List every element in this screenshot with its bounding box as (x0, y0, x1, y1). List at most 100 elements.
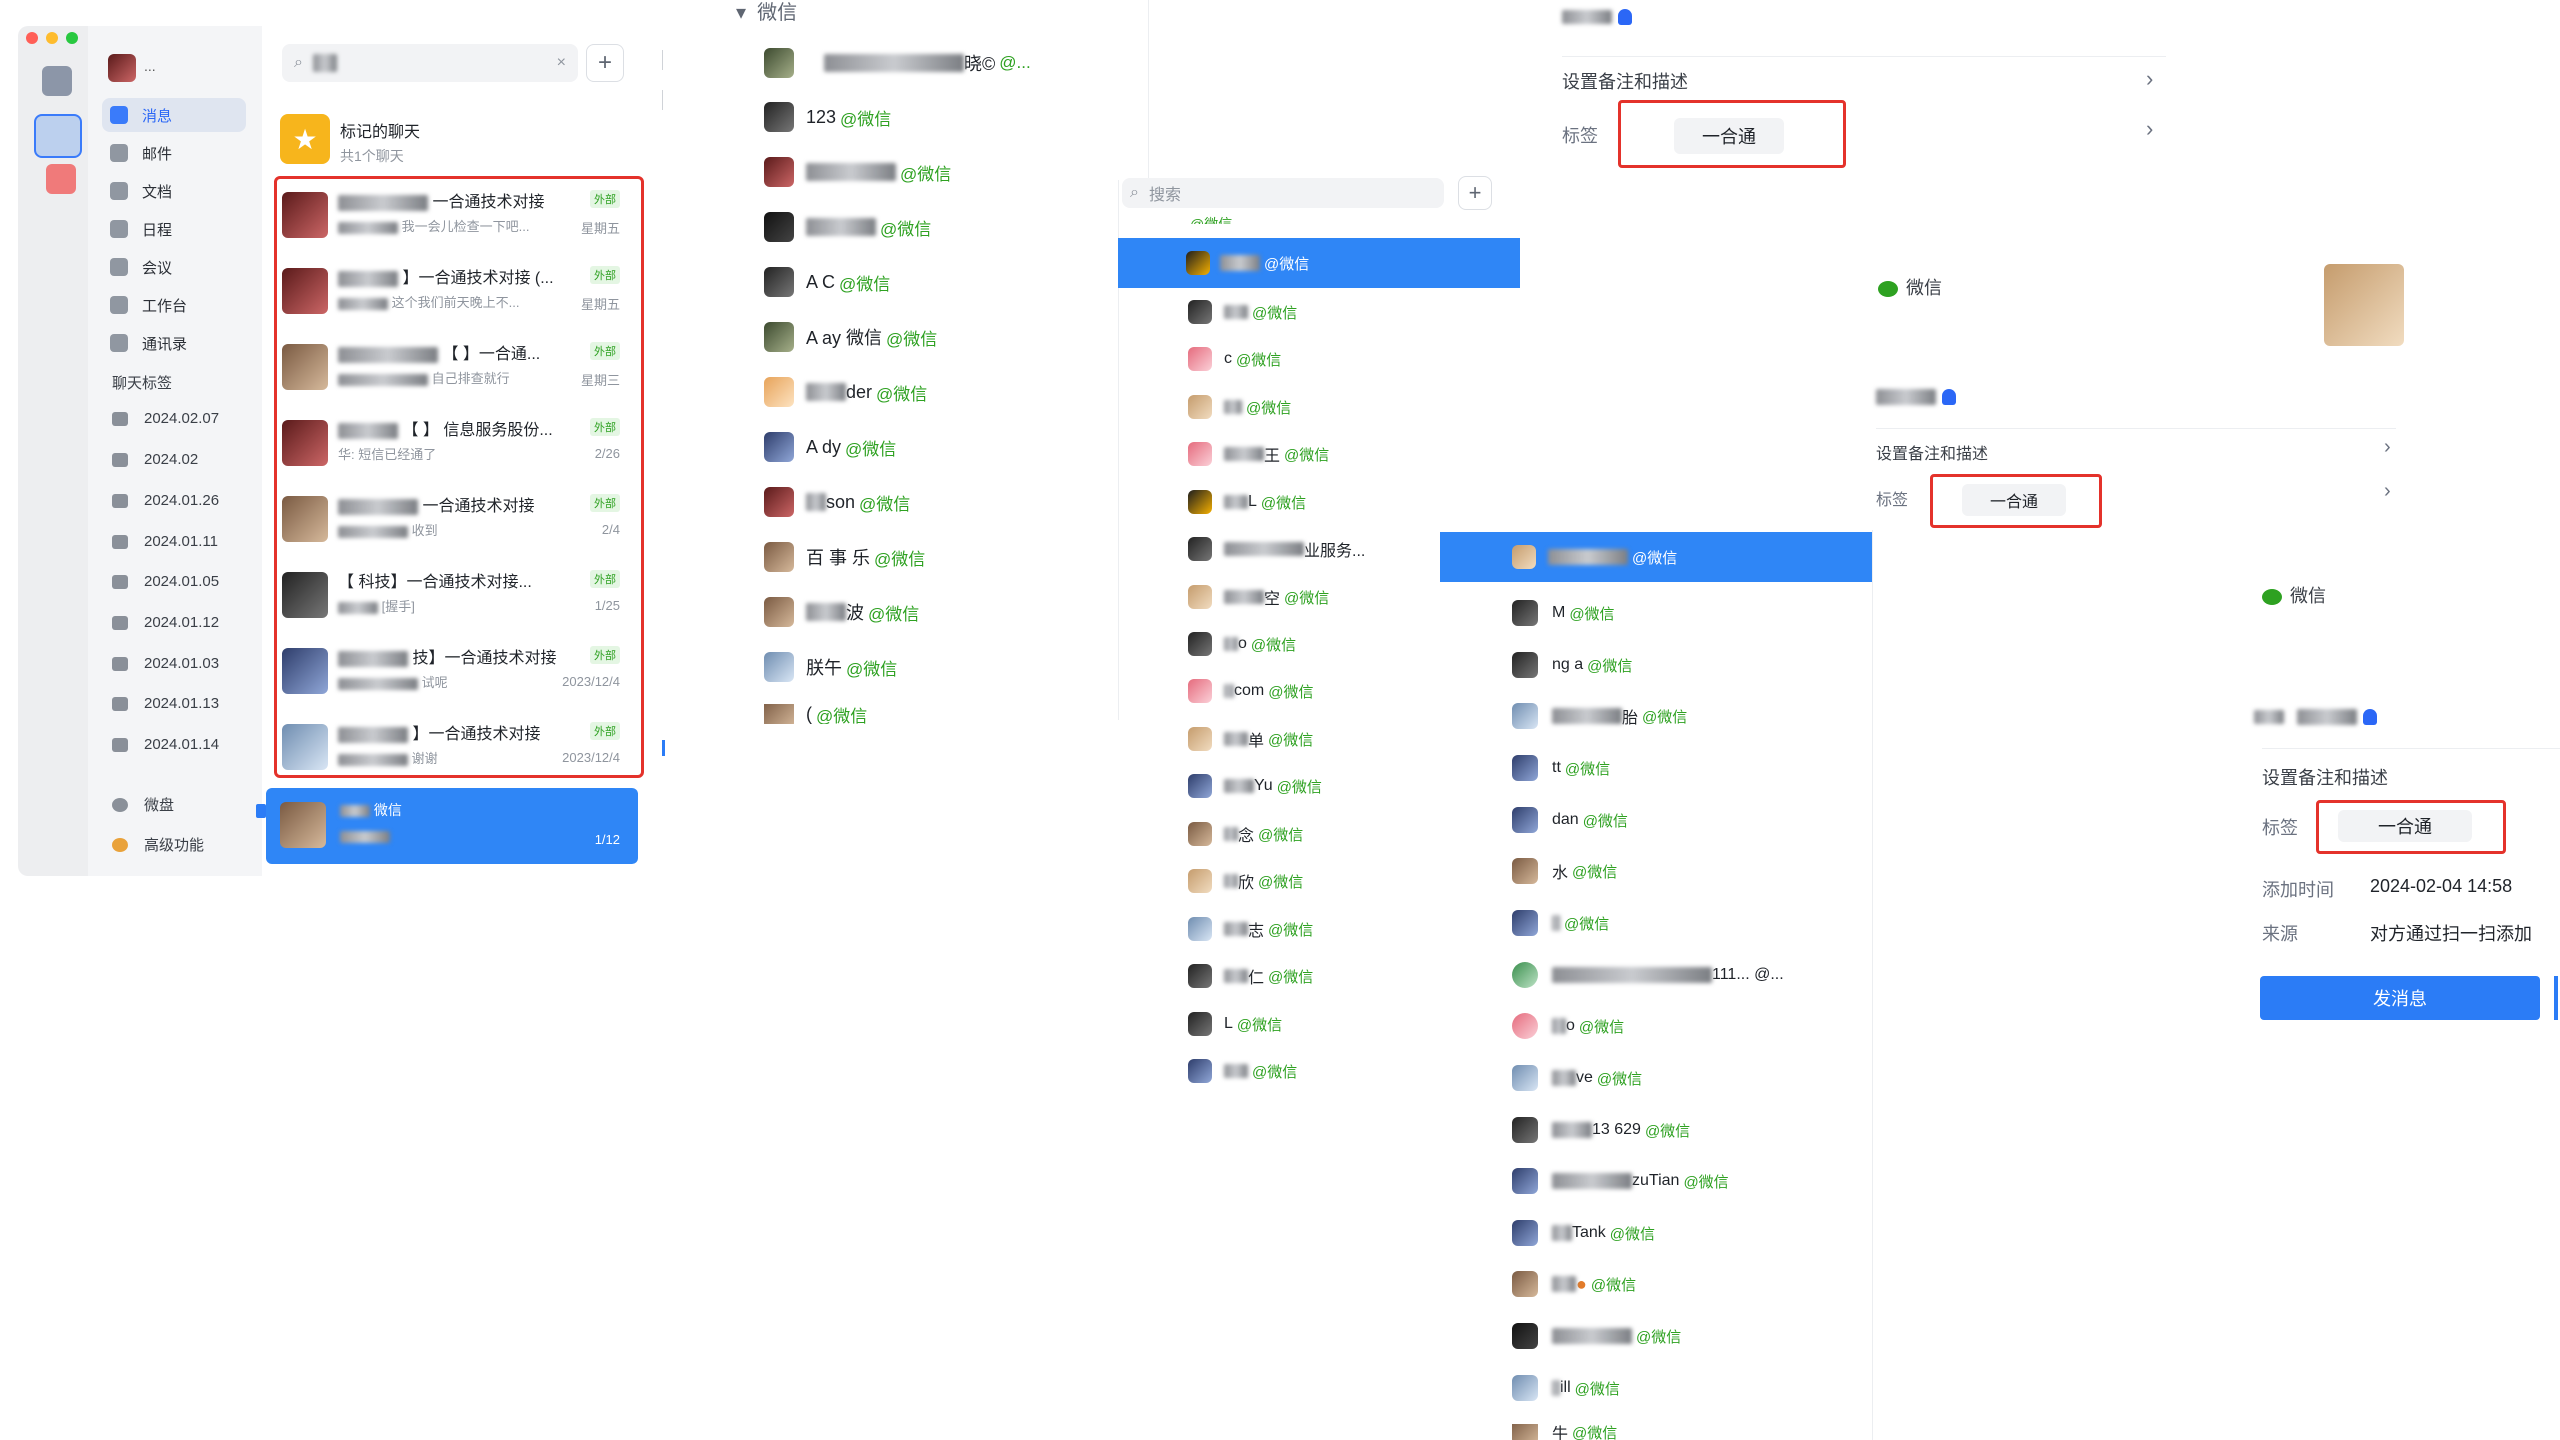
add-button[interactable]: + (586, 44, 624, 82)
chevron-right-icon[interactable]: › (2384, 436, 2391, 459)
chat-row[interactable]: 【 】 信息服务股份... 华: 短信已经通了 外部 2/26 (278, 410, 638, 486)
contact-item[interactable]: 仁 @微信 (1188, 964, 1313, 988)
contact-item[interactable]: A C @微信 (764, 267, 890, 297)
zoom-window-button[interactable] (66, 32, 78, 44)
tag-chip[interactable]: 一合通 (1962, 484, 2066, 516)
contact-item[interactable]: Tank @微信 (1512, 1220, 1655, 1246)
tag-item[interactable]: 2024.01.13 (112, 695, 219, 712)
rail-icon-3[interactable] (46, 164, 76, 194)
contact-item[interactable]: 百 事 乐 @微信 (764, 542, 925, 572)
contact-item[interactable]: o @微信 (1512, 1013, 1624, 1039)
tag-item[interactable]: 2024.01.12 (112, 614, 219, 631)
contact-item[interactable]: 13 629 @微信 (1512, 1117, 1690, 1143)
contact-item[interactable]: dan @微信 (1512, 807, 1628, 833)
chat-row[interactable]: 【 】一合通... 自己排查就行 外部 星期三 (278, 334, 638, 410)
chat-row[interactable]: 】一合通技术对接 谢谢 外部 2023/12/4 (278, 714, 638, 790)
send-message-button[interactable]: 发消息 (2260, 976, 2540, 1020)
contact-item[interactable]: 念 @微信 (1188, 822, 1303, 846)
contact-item[interactable]: Yu @微信 (1188, 774, 1322, 798)
chevron-right-icon[interactable]: › (2146, 66, 2153, 92)
contact-item[interactable]: 牛 @微信 (1512, 1424, 1617, 1440)
chat-row[interactable]: 一合通技术对接 我一会儿检查一下吧... 外部 星期五 (278, 182, 638, 258)
tag-chip[interactable]: 一合通 (1674, 118, 1784, 154)
contact-item[interactable]: 胎 @微信 (1512, 703, 1687, 729)
contact-item[interactable]: son @微信 (764, 487, 910, 517)
tag-chip[interactable]: 一合通 (2338, 810, 2472, 842)
contact-item[interactable]: 王 @微信 (1188, 442, 1329, 466)
chevron-right-icon[interactable]: › (2384, 480, 2391, 503)
tag-item[interactable]: 2024.01.03 (112, 655, 219, 672)
contact-item[interactable]: 朕午 @微信 (764, 652, 897, 682)
contact-item[interactable]: ve @微信 (1512, 1065, 1642, 1091)
contact-item[interactable]: L @微信 (1188, 1012, 1282, 1036)
chevron-right-icon[interactable]: › (2146, 116, 2153, 142)
tag-item[interactable]: 2024.02 (112, 451, 198, 468)
contact-item[interactable]: @微信 (1188, 395, 1291, 419)
contact-avatar-large[interactable] (2324, 264, 2404, 346)
chat-search-input[interactable]: ⌕ × (282, 44, 578, 82)
rail-icon-2[interactable] (34, 114, 82, 158)
contact-item[interactable]: 志 @微信 (1188, 917, 1313, 941)
contact-item[interactable]: ill @微信 (1512, 1375, 1620, 1401)
chat-row[interactable]: 技】一合通技术对接 试呢 外部 2023/12/4 (278, 638, 638, 714)
nav-docs[interactable]: 文档 (88, 174, 244, 208)
contact-item[interactable]: 单 @微信 (1188, 727, 1313, 751)
chat-row-selected[interactable]: 微信 1/12 (266, 788, 638, 864)
nav-workbench[interactable]: 工作台 (88, 288, 244, 322)
contact-item[interactable]: (@微信 (764, 704, 867, 724)
contact-item[interactable]: M @微信 (1512, 600, 1615, 626)
tag-item[interactable]: 2024.01.26 (112, 492, 219, 509)
remark-row[interactable]: 设置备注和描述 (2262, 764, 2388, 790)
tag-item[interactable]: 2024.01.14 (112, 736, 219, 753)
rail-icon-1[interactable] (42, 66, 72, 96)
contact-item[interactable]: @微信 (764, 212, 931, 242)
contact-item[interactable]: 波 @微信 (764, 597, 919, 627)
contact-item[interactable]: @微信 (1188, 1059, 1297, 1083)
contact-item[interactable]: 123 @微信 (764, 102, 891, 132)
contact-item[interactable]: @微信 (1512, 910, 1609, 936)
contact-item[interactable]: 111... @... (1512, 962, 1784, 988)
contact-item[interactable]: tt @微信 (1512, 755, 1610, 781)
user-avatar[interactable] (108, 54, 136, 82)
tag-item[interactable]: 2024.02.07 (112, 410, 219, 427)
close-window-button[interactable] (26, 32, 38, 44)
nav-calendar[interactable]: 日程 (88, 212, 244, 246)
chat-row[interactable]: 一合通技术对接 收到 外部 2/4 (278, 486, 638, 562)
nav-contacts[interactable]: 通讯录 (88, 326, 244, 360)
nav-messages[interactable]: 消息 (102, 98, 246, 132)
nav-meeting[interactable]: 会议 (88, 250, 244, 284)
nav-drive[interactable]: 微盘 (112, 794, 174, 815)
contact-item[interactable]: 晓© @... (764, 48, 1031, 78)
contacts-group-header[interactable]: ▾ 微信 (736, 0, 797, 25)
contact-item-selected[interactable]: @微信 (1440, 532, 1872, 582)
chat-row[interactable]: 】一合通技术对接 (... 这个我们前天晚上不... 外部 星期五 (278, 258, 638, 334)
add-contact-button[interactable]: + (1458, 176, 1492, 210)
contact-item[interactable]: ● @微信 (1512, 1271, 1636, 1297)
contact-item[interactable]: @微信 (1512, 1323, 1681, 1349)
starred-chats-title[interactable]: 标记的聊天 (340, 118, 420, 142)
tag-item[interactable]: 2024.01.05 (112, 573, 219, 590)
contact-item-selected[interactable]: @微信 (1118, 238, 1520, 288)
contact-item[interactable]: o @微信 (1188, 632, 1296, 656)
contact-item[interactable]: @微信 (764, 157, 951, 187)
contact-item[interactable]: der @微信 (764, 377, 927, 407)
contact-item[interactable]: A ay 微信 @微信 (764, 322, 937, 352)
nav-premium[interactable]: 高级功能 (112, 834, 204, 855)
contact-item[interactable]: @微信 (1188, 300, 1297, 324)
contact-item[interactable]: 欣 @微信 (1188, 869, 1303, 893)
remark-row[interactable]: 设置备注和描述 (1562, 68, 1688, 94)
contact-item[interactable]: c @微信 (1188, 347, 1281, 371)
contact-item[interactable]: A dy @微信 (764, 432, 896, 462)
minimize-window-button[interactable] (46, 32, 58, 44)
contact-item[interactable]: 水 @微信 (1512, 858, 1617, 884)
contact-item[interactable]: com @微信 (1188, 679, 1313, 703)
contact-search-input[interactable]: ⌕ 搜索 (1122, 178, 1444, 208)
clear-icon[interactable]: × (557, 54, 566, 72)
chat-row[interactable]: 【 科技】一合通技术对接... [握手] 外部 1/25 (278, 562, 638, 638)
contact-item[interactable]: ng a @微信 (1512, 652, 1632, 678)
tag-item[interactable]: 2024.01.11 (112, 533, 218, 550)
contact-item[interactable]: zuTian @微信 (1512, 1168, 1729, 1194)
contact-item[interactable]: 空 @微信 (1188, 585, 1329, 609)
nav-mail[interactable]: 邮件 (88, 136, 244, 170)
contact-item[interactable]: L @微信 (1188, 490, 1306, 514)
